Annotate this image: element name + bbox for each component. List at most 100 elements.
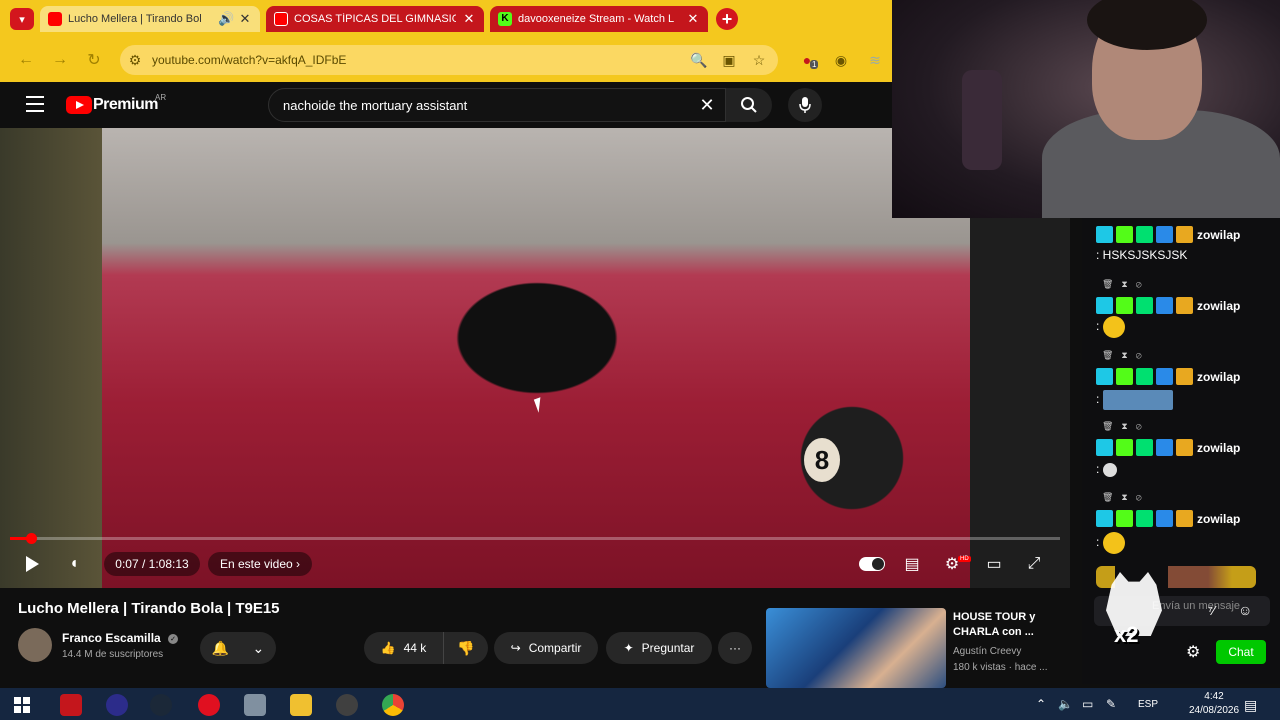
emote-picker-icon[interactable]: ⁷⁄ — [1208, 603, 1215, 618]
thumbs-up-icon: 👍 — [380, 641, 396, 655]
video-side-blur — [970, 218, 1070, 588]
speaker-tray-icon[interactable]: 🔈 — [1058, 697, 1073, 711]
chapters-label: En este video — [219, 557, 293, 571]
file-explorer-icon[interactable] — [290, 694, 312, 716]
youtube-logo-icon[interactable] — [66, 96, 92, 114]
pen-tray-icon[interactable]: ✎ — [1106, 697, 1116, 711]
steam-icon[interactable] — [150, 694, 172, 716]
search-app-icon[interactable] — [106, 694, 128, 716]
volume-icon[interactable]: ◖ — [62, 552, 86, 576]
chat-text-row: : — [1096, 462, 1118, 477]
hamburger-menu-icon[interactable] — [26, 96, 44, 112]
tab-youtube-2[interactable]: COSAS TÍPICAS DEL GIMNASIO ✕ — [266, 6, 484, 32]
subtitles-icon[interactable]: ▤ — [900, 552, 924, 576]
chat-mod-actions[interactable]: 🗑⧗⊘ — [1102, 421, 1150, 432]
tab-close-icon[interactable]: ✕ — [238, 11, 252, 27]
subscribe-bell-button[interactable]: 🔔 ⌄ — [200, 632, 276, 664]
profile-icon[interactable]: ◉ — [832, 51, 850, 69]
back-arrow-icon[interactable]: ← — [16, 50, 36, 70]
chat-text: : — [1096, 462, 1100, 476]
autoplay-toggle[interactable] — [858, 552, 886, 576]
forward-arrow-icon[interactable]: → — [50, 50, 70, 70]
chat-username[interactable]: zowilap — [1197, 299, 1240, 313]
recommended-title[interactable]: HOUSE TOUR y CHARLA con ... — [953, 610, 1063, 640]
chat-mod-actions[interactable]: 🗑⧗⊘ — [1102, 279, 1150, 290]
fullscreen-icon[interactable]: ⤢ — [1022, 552, 1046, 576]
extension-badge: 1 — [810, 60, 819, 69]
url-field[interactable]: youtube.com/watch?v=akfqA_IDFbE — [120, 45, 778, 75]
install-app-icon[interactable]: ▣ — [720, 51, 738, 69]
chat-username[interactable]: zowilap — [1197, 370, 1240, 384]
ask-button[interactable]: ✦ Preguntar — [606, 632, 712, 664]
language-indicator[interactable]: ESP — [1138, 699, 1158, 710]
theater-mode-icon[interactable]: ▭ — [982, 552, 1006, 576]
emoji-icon[interactable]: ☺ — [1238, 602, 1252, 618]
dislike-button[interactable]: 👎 — [444, 632, 488, 664]
chat-mod-actions[interactable]: 🗑⧗⊘ — [1102, 492, 1150, 503]
clear-search-icon[interactable]: ✕ — [696, 94, 718, 116]
new-tab-button[interactable]: + — [716, 8, 738, 30]
wifi-icon[interactable]: ≋ — [866, 51, 884, 69]
voicemeeter-icon[interactable] — [60, 694, 82, 716]
chapters-button[interactable]: En este video › — [208, 552, 312, 576]
more-actions-button[interactable]: ··· — [718, 632, 752, 664]
chat-username[interactable]: zowilap — [1197, 228, 1240, 242]
play-button[interactable] — [20, 552, 44, 576]
emote-icon — [1103, 462, 1118, 477]
chrome-icon[interactable] — [382, 694, 404, 716]
recommended-channel[interactable]: Agustín Creevy — [953, 646, 1021, 657]
share-button[interactable]: ↪ Compartir — [494, 632, 598, 664]
video-frame[interactable]: 8 — [102, 128, 970, 588]
chat-settings-gear-icon[interactable]: ⚙ — [1186, 642, 1200, 662]
tab-close-icon[interactable]: ✕ — [462, 11, 476, 27]
video-title: Lucho Mellera | Tirando Bola | T9E15 — [18, 600, 280, 617]
tab-youtube-active[interactable]: Lucho Mellera | Tirando Bol 🔊 ✕ — [40, 6, 260, 32]
search-button[interactable] — [726, 88, 772, 122]
search-input[interactable]: nachoide the mortuary assistant — [268, 88, 726, 122]
like-button[interactable]: 👍 44 k — [364, 632, 444, 664]
clock-date: 24/08/2026 — [1188, 705, 1240, 716]
emote-icon — [1103, 316, 1126, 338]
chat-text-row: : — [1096, 316, 1126, 338]
voice-search-button[interactable] — [788, 88, 822, 122]
obs-icon[interactable] — [336, 694, 358, 716]
app-icon[interactable] — [244, 694, 266, 716]
chat-badges — [1096, 439, 1193, 456]
subscriber-count: 14.4 M de suscriptores — [62, 649, 164, 660]
channel-name[interactable]: Franco Escamilla — [62, 631, 161, 645]
progress-bar[interactable] — [10, 533, 1060, 544]
tab-close-icon[interactable]: ✕ — [686, 11, 700, 27]
opera-icon[interactable] — [198, 694, 220, 716]
zoom-icon[interactable]: 🔍 — [690, 51, 708, 69]
notification-icon[interactable]: ▤ — [1244, 697, 1257, 714]
chat-username[interactable]: zowilap — [1197, 441, 1240, 455]
recommended-meta: 180 k vistas · hace ... — [953, 662, 1048, 673]
tab-kick[interactable]: K davooxeneize Stream - Watch L ✕ — [490, 6, 708, 32]
reload-icon[interactable]: ↻ — [84, 50, 104, 70]
chat-mod-actions[interactable]: 🗑⧗⊘ — [1102, 350, 1150, 361]
time-display: 0:07 / 1:08:13 — [104, 552, 200, 576]
chat-message: zowilap — [1096, 226, 1240, 243]
chat-message: zowilap — [1096, 368, 1240, 385]
tab-title: COSAS TÍPICAS DEL GIMNASIO — [294, 13, 456, 25]
combo-counter: x2 — [1114, 622, 1139, 647]
tray-expand-icon[interactable]: ⌃ — [1036, 697, 1046, 711]
windows-start-icon[interactable] — [14, 697, 30, 713]
recommended-thumbnail[interactable] — [766, 608, 946, 688]
progress-scrubber[interactable] — [26, 533, 37, 544]
chat-message: zowilap — [1096, 297, 1240, 314]
chevron-down-icon: ⌄ — [252, 639, 265, 656]
taskbar-clock[interactable]: 4:42 24/08/2026 — [1186, 690, 1242, 718]
youtube-premium-logo[interactable]: Premium — [93, 96, 158, 114]
speaker-icon[interactable]: 🔊 — [218, 11, 234, 27]
network-tray-icon[interactable]: ▭ — [1082, 697, 1093, 711]
chat-badges — [1096, 510, 1193, 527]
channel-avatar[interactable] — [18, 628, 52, 662]
region-code: AR — [155, 93, 167, 102]
tab-search-icon[interactable]: ▾ — [10, 8, 34, 30]
site-info-icon[interactable]: ⚙ — [126, 51, 144, 69]
microphone-icon — [799, 97, 811, 113]
chat-send-button[interactable]: Chat — [1216, 640, 1266, 664]
bookmark-star-icon[interactable]: ☆ — [750, 51, 768, 69]
chat-username[interactable]: zowilap — [1197, 512, 1240, 526]
